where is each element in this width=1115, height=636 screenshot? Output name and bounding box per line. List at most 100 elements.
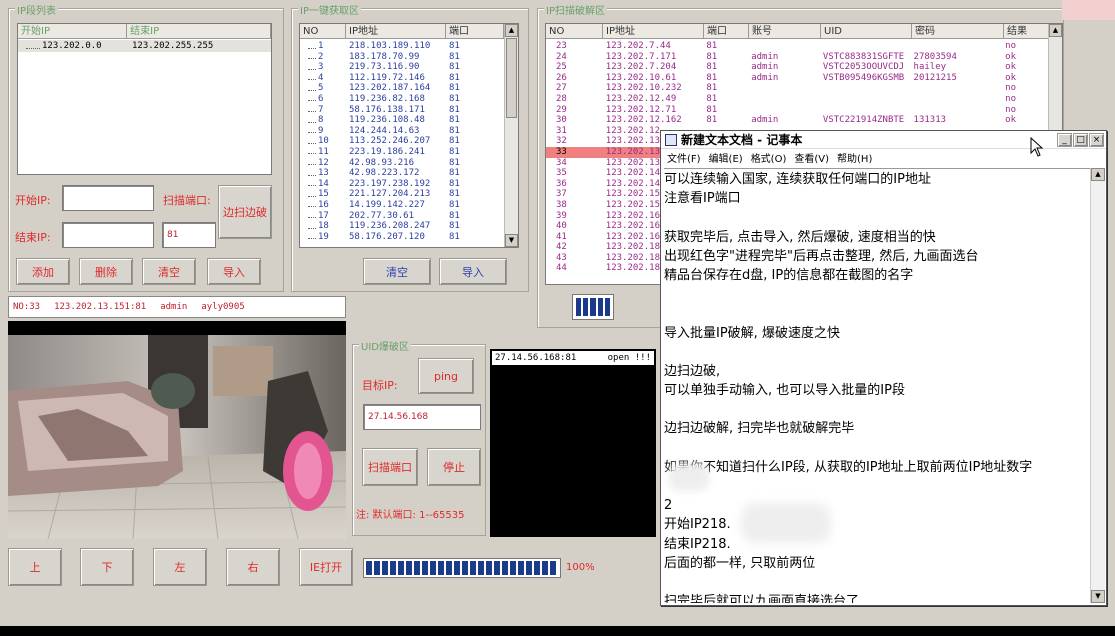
- oneclick-row[interactable]: 17 202.77.30.61 81: [300, 211, 504, 222]
- menu-help[interactable]: 帮助(H): [837, 150, 872, 165]
- crack-row[interactable]: 30 123.202.12.162 81 admin VSTC221914ZNBTE 13…: [546, 115, 1048, 126]
- minimize-button[interactable]: _: [1057, 132, 1072, 147]
- crack-row[interactable]: 27 123.202.10.232 81 no: [546, 83, 1048, 94]
- col-result[interactable]: 结果: [1004, 24, 1050, 39]
- oneclick-row[interactable]: 16 14.199.142.227 81: [300, 200, 504, 211]
- oneclick-row[interactable]: 18 119.236.208.247 81: [300, 221, 504, 232]
- row-no: 32: [556, 136, 567, 147]
- col-ip[interactable]: IP地址: [346, 24, 446, 39]
- col-end-ip[interactable]: 结束IP: [127, 24, 271, 39]
- row-port: 81: [706, 83, 718, 94]
- up-button[interactable]: 上: [8, 548, 62, 586]
- delete-button[interactable]: 删除: [79, 258, 133, 285]
- import-button[interactable]: 导入: [207, 258, 261, 285]
- notepad-line: 开始IP218.: [664, 517, 731, 533]
- col-no[interactable]: NO: [300, 24, 346, 39]
- col-account[interactable]: 账号: [749, 24, 821, 39]
- col-ip[interactable]: IP地址: [603, 24, 704, 39]
- scan-port-input[interactable]: 81: [162, 222, 216, 248]
- crack-row[interactable]: 28 123.202.12.49 81 no: [546, 94, 1048, 105]
- oneclick-row[interactable]: 2 183.178.70.99 81: [300, 52, 504, 63]
- col-port[interactable]: 端口: [704, 24, 749, 39]
- col-start-ip[interactable]: 开始IP: [18, 24, 128, 39]
- notepad-window[interactable]: 新建文本文档 - 记事本 _ □ × 文件(F) 编辑(E) 格式(O) 查看(…: [660, 130, 1107, 606]
- menu-format[interactable]: 格式(O): [751, 150, 787, 165]
- oneclick-row[interactable]: 5 123.202.187.164 81: [300, 83, 504, 94]
- start-ip-input[interactable]: [62, 185, 154, 211]
- oneclick-row[interactable]: 8 119.236.108.48 81: [300, 115, 504, 126]
- menu-view[interactable]: 查看(V): [794, 150, 829, 165]
- row-no: 12: [318, 157, 329, 168]
- left-button[interactable]: 左: [153, 548, 207, 586]
- scroll-thumb[interactable]: [506, 38, 517, 118]
- target-ip-input[interactable]: 27.14.56.168: [363, 404, 481, 430]
- row-ip: 221.127.204.213: [349, 189, 431, 200]
- maximize-button[interactable]: □: [1073, 132, 1088, 147]
- scroll-up-arrow[interactable]: ▲: [1091, 168, 1105, 181]
- row-account: admin: [751, 62, 779, 73]
- crack-row[interactable]: 25 123.202.7.204 81 admin VSTC2053OOUVCDJ hai…: [546, 62, 1048, 73]
- row-port: 81: [449, 83, 460, 94]
- row-port: 81: [449, 221, 460, 232]
- oneclick-row[interactable]: 14 223.197.238.192 81: [300, 179, 504, 190]
- ip-range-list[interactable]: 开始IP 结束IP 123.202.0.0 123.202.255.255: [17, 23, 272, 175]
- oneclick-scrollbar[interactable]: ▲ ▼: [504, 24, 518, 247]
- crack-row[interactable]: 24 123.202.7.171 81 admin VSTC883831SGFTE 278…: [546, 52, 1048, 63]
- scan-port-button[interactable]: 扫描端口: [362, 448, 418, 486]
- notepad-text-area[interactable]: 可以连续输入国家, 连续获取任何端口的IP地址 注意看IP端口 获取完毕后, 点击导…: [664, 168, 1090, 603]
- oneclick-clear-button[interactable]: 清空: [363, 258, 431, 285]
- add-button[interactable]: 添加: [16, 258, 70, 285]
- col-no[interactable]: NO: [546, 24, 603, 39]
- oneclick-row[interactable]: 9 124.244.14.63 81: [300, 126, 504, 137]
- status-no: NO:33: [13, 302, 41, 312]
- row-no: 15: [318, 189, 329, 200]
- notepad-scrollbar[interactable]: ▲ ▼: [1090, 168, 1105, 603]
- stop-button[interactable]: 停止: [427, 448, 481, 486]
- row-ip: 42.98.223.172: [349, 168, 420, 179]
- oneclick-row[interactable]: 11 223.19.186.241 81: [300, 147, 504, 158]
- crack-row[interactable]: 29 123.202.12.71 81 no: [546, 105, 1048, 116]
- down-button[interactable]: 下: [80, 548, 134, 586]
- oneclick-ip-list[interactable]: NO IP地址 端口 1 218.103.189.110 81 2 183.178.70…: [299, 23, 519, 248]
- ping-button[interactable]: ping: [418, 358, 474, 394]
- col-password[interactable]: 密码: [912, 24, 1004, 39]
- row-result: ok: [1005, 115, 1017, 126]
- camera-view[interactable]: [8, 321, 346, 539]
- close-button[interactable]: ×: [1089, 132, 1104, 147]
- crack-row[interactable]: 26 123.202.10.61 81 admin VSTB095496KGSMB 201…: [546, 73, 1048, 84]
- menu-edit[interactable]: 编辑(E): [709, 150, 743, 165]
- right-button[interactable]: 右: [226, 548, 280, 586]
- ie-open-button[interactable]: IE打开: [299, 548, 353, 586]
- oneclick-row[interactable]: 13 42.98.223.172 81: [300, 168, 504, 179]
- ip-range-row[interactable]: 123.202.0.0 123.202.255.255: [18, 40, 271, 52]
- scroll-down-arrow[interactable]: ▼: [505, 234, 518, 247]
- oneclick-row[interactable]: 12 42.98.93.216 81: [300, 158, 504, 169]
- oneclick-row[interactable]: 6 119.236.82.168 81: [300, 94, 504, 105]
- clear-button[interactable]: 清空: [142, 258, 196, 285]
- scroll-down-arrow[interactable]: ▼: [1091, 590, 1105, 603]
- oneclick-row[interactable]: 19 58.176.207.120 81: [300, 232, 504, 243]
- row-port: 81: [449, 115, 460, 126]
- end-ip-input[interactable]: [62, 222, 154, 248]
- scroll-up-arrow[interactable]: ▲: [1049, 24, 1062, 37]
- oneclick-row[interactable]: 3 219.73.116.90 81: [300, 62, 504, 73]
- menu-file[interactable]: 文件(F): [667, 150, 701, 165]
- ip-list-title: IP段列表: [15, 2, 58, 17]
- row-port: 81: [449, 51, 460, 62]
- oneclick-row[interactable]: 4 112.119.72.146 81: [300, 73, 504, 84]
- row-ip: 123.202.10.61: [605, 72, 677, 83]
- edge-scan-crack-button[interactable]: 边扫边破: [218, 185, 272, 239]
- oneclick-import-button[interactable]: 导入: [439, 258, 507, 285]
- row-ip: 124.244.14.63: [349, 125, 420, 136]
- scroll-up-arrow[interactable]: ▲: [505, 24, 518, 37]
- row-port: 81: [449, 93, 460, 104]
- notepad-line: 精品台保存在d盘, IP的信息都在截图的名字: [664, 267, 914, 283]
- row-no: 2: [318, 51, 324, 62]
- col-port[interactable]: 端口: [446, 24, 504, 39]
- crack-row[interactable]: 23 123.202.7.44 81 no: [546, 41, 1048, 52]
- oneclick-row[interactable]: 15 221.127.204.213 81: [300, 189, 504, 200]
- col-uid[interactable]: UID: [821, 24, 912, 39]
- oneclick-row[interactable]: 10 113.252.246.207 81: [300, 136, 504, 147]
- oneclick-row[interactable]: 7 58.176.138.171 81: [300, 105, 504, 116]
- oneclick-row[interactable]: 1 218.103.189.110 81: [300, 41, 504, 52]
